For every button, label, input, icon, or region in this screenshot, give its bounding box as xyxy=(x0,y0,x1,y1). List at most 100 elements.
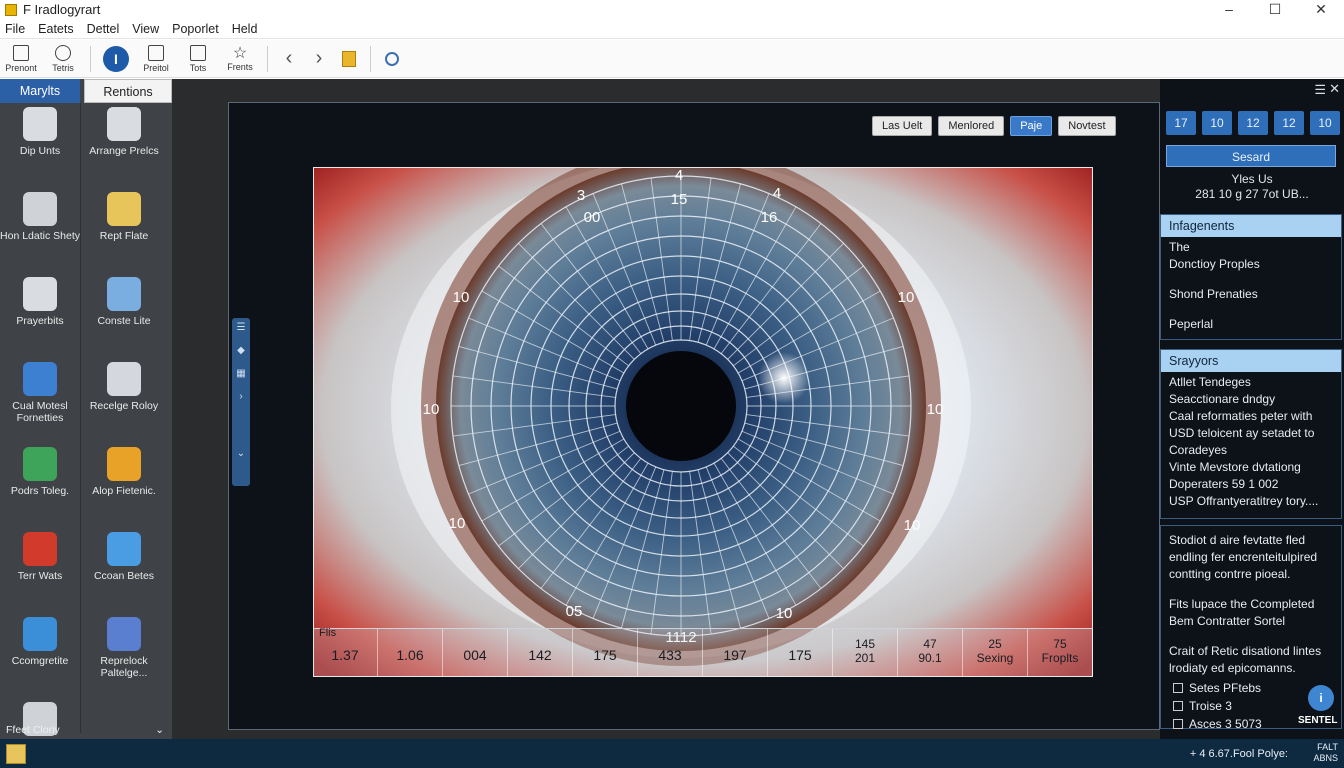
menu-popout[interactable]: Poporlet xyxy=(167,22,227,36)
tab-rentions[interactable]: Rentions xyxy=(84,79,172,103)
box-icon xyxy=(23,192,57,226)
tool-item[interactable]: Ccomgretite xyxy=(0,617,80,667)
left-panel-tabs: Marylts Rentions xyxy=(0,79,172,103)
toolbar-button-prenont[interactable]: Prenont xyxy=(0,41,42,77)
settings-icon[interactable] xyxy=(377,41,407,77)
tool-item[interactable]: Podrs Toleg. xyxy=(0,447,80,497)
search-button[interactable]: Sesard xyxy=(1166,145,1336,167)
close-button[interactable]: ✕ xyxy=(1298,0,1344,19)
toolbar-button-preitol[interactable]: Preitol xyxy=(135,41,177,77)
clock: FALT ABNS xyxy=(1313,742,1338,764)
tray-text: + 4 6.67.Fool Polye: xyxy=(1189,747,1288,760)
menu-help[interactable]: Held xyxy=(227,22,266,36)
tool-label: Arrange Prelcs xyxy=(89,145,159,157)
viewer-button-menlored[interactable]: Menlored xyxy=(938,116,1005,136)
grid-label-inner-top-left: 00 xyxy=(584,209,601,226)
tool-item[interactable]: Terr Wats xyxy=(0,532,80,582)
list-icon[interactable]: ☰ xyxy=(237,322,246,333)
number-button[interactable]: 17 xyxy=(1166,111,1196,135)
tool-label: Hon Ldatic Shety xyxy=(0,230,80,242)
tool-item[interactable]: Hon Ldatic Shety xyxy=(0,192,80,242)
help-button[interactable]: i xyxy=(1308,685,1334,711)
menu-view[interactable]: View xyxy=(127,22,167,36)
tool-label: Terr Wats xyxy=(17,570,63,582)
tool-item[interactable]: Dip Unts xyxy=(0,107,80,157)
table-cell: 433 xyxy=(638,629,703,676)
close-icon[interactable]: ✕ xyxy=(1329,81,1340,97)
chevron-right-icon[interactable]: › xyxy=(239,391,242,402)
tool-label: Conste Lite xyxy=(97,315,151,327)
toolbar-label: Tots xyxy=(189,62,207,73)
number-buttons: 17 10 12 12 10 xyxy=(1166,111,1340,135)
menu-detail[interactable]: Dettel xyxy=(82,22,128,36)
info-button[interactable]: I xyxy=(103,45,129,72)
number-button[interactable]: 10 xyxy=(1202,111,1232,135)
clock-line-1: FALT xyxy=(1317,742,1338,752)
menu-edit[interactable]: Eatets xyxy=(33,22,81,36)
grid-label-right-mid: 10 xyxy=(927,401,944,418)
start-icon[interactable] xyxy=(6,743,26,764)
tab-marylts[interactable]: Marylts xyxy=(0,79,80,103)
cell-value: 197 xyxy=(723,647,747,663)
tool-item[interactable]: Arrange Prelcs xyxy=(84,107,164,157)
menu-bar: File Eatets Dettel View Poporlet Held xyxy=(0,19,1344,39)
tool-item[interactable]: Cual Motesl Fornetties xyxy=(0,362,80,424)
table-cell: 145 201 xyxy=(833,629,898,676)
grid-label-left-mid: 10 xyxy=(423,401,440,418)
table-cell: 197 xyxy=(703,629,768,676)
cell-top-value: 75 xyxy=(1053,637,1067,651)
toolbar-label: Tetris xyxy=(52,62,74,73)
section-line: Donctioy Proples xyxy=(1169,257,1260,271)
toolbar-button-tots[interactable]: Tots xyxy=(177,41,219,77)
section-line: Crait of Retic disationd lintes xyxy=(1169,644,1322,658)
window-title: F Iradlogyrart xyxy=(23,2,101,17)
number-button[interactable]: 12 xyxy=(1274,111,1304,135)
panel-footer-label: SENTEL xyxy=(1298,715,1338,726)
clock-line-2: ABNS xyxy=(1313,753,1338,763)
viewer-button-novtest[interactable]: Novtest xyxy=(1058,116,1116,136)
grid-label-right-upper: 10 xyxy=(898,289,915,306)
folder-icon[interactable] xyxy=(334,41,364,77)
tool-item[interactable]: Rept Flate xyxy=(84,192,164,242)
tag-icon[interactable]: ◆ xyxy=(237,345,245,356)
maximize-button[interactable]: ☐ xyxy=(1252,0,1298,19)
back-icon[interactable]: ‹ xyxy=(274,41,304,77)
toolbar-button-tetris[interactable]: Tetris xyxy=(42,41,84,77)
number-button[interactable]: 10 xyxy=(1310,111,1340,135)
document-icon xyxy=(13,44,29,61)
tool-item[interactable]: Ccoan Betes xyxy=(84,532,164,582)
section-line: USP Offrantyeratitrey tory.... xyxy=(1169,494,1319,508)
number-button[interactable]: 12 xyxy=(1238,111,1268,135)
left-panel-footer[interactable]: Ffeet Cloriy ⌄ xyxy=(0,721,172,739)
chevron-down-icon[interactable]: ⌄ xyxy=(155,721,164,739)
toolbar-separator xyxy=(90,45,91,72)
minimize-button[interactable]: – xyxy=(1206,0,1252,19)
section-line: Atllet Tendeges xyxy=(1169,375,1251,389)
toolbar-separator xyxy=(370,45,371,72)
tool-item[interactable]: Alop Fietenic. xyxy=(84,447,164,497)
menu-file[interactable]: File xyxy=(0,22,33,36)
toolbar-label: Frents xyxy=(227,61,253,72)
grid-icon[interactable]: ▦ xyxy=(236,368,245,379)
table-cell: 175 xyxy=(768,629,833,676)
section-line: Seacctionare dndgy xyxy=(1169,392,1276,406)
checkbox[interactable] xyxy=(1173,719,1183,729)
checkbox[interactable] xyxy=(1173,701,1183,711)
tool-label: Dip Unts xyxy=(19,145,61,157)
tool-item[interactable]: Recelge Roloy xyxy=(84,362,164,412)
side-tool-strip: ☰ ◆ ▦ › ⌄ xyxy=(232,318,250,486)
forward-icon[interactable]: › xyxy=(304,41,334,77)
tool-item[interactable]: Conste Lite xyxy=(84,277,164,327)
menu-icon[interactable]: ☰ xyxy=(1314,82,1326,98)
chart-icon xyxy=(107,447,141,481)
checkbox[interactable] xyxy=(1173,683,1183,693)
viewer-button-paje[interactable]: Paje xyxy=(1010,116,1053,136)
tool-item[interactable]: Prayerbits xyxy=(0,277,80,327)
toolbar-button-frents[interactable]: ☆ Frents xyxy=(219,41,261,77)
checkbox-label: Troise 3 xyxy=(1189,699,1232,713)
tool-item[interactable]: Reprelock Paltelge... xyxy=(84,617,164,679)
chevron-down-icon[interactable]: ⌄ xyxy=(237,448,245,459)
grid-label-top: 4 xyxy=(675,168,683,184)
viewer-button-las-uelt[interactable]: Las Uelt xyxy=(872,116,933,136)
tool-label: Ccoan Betes xyxy=(93,570,155,582)
